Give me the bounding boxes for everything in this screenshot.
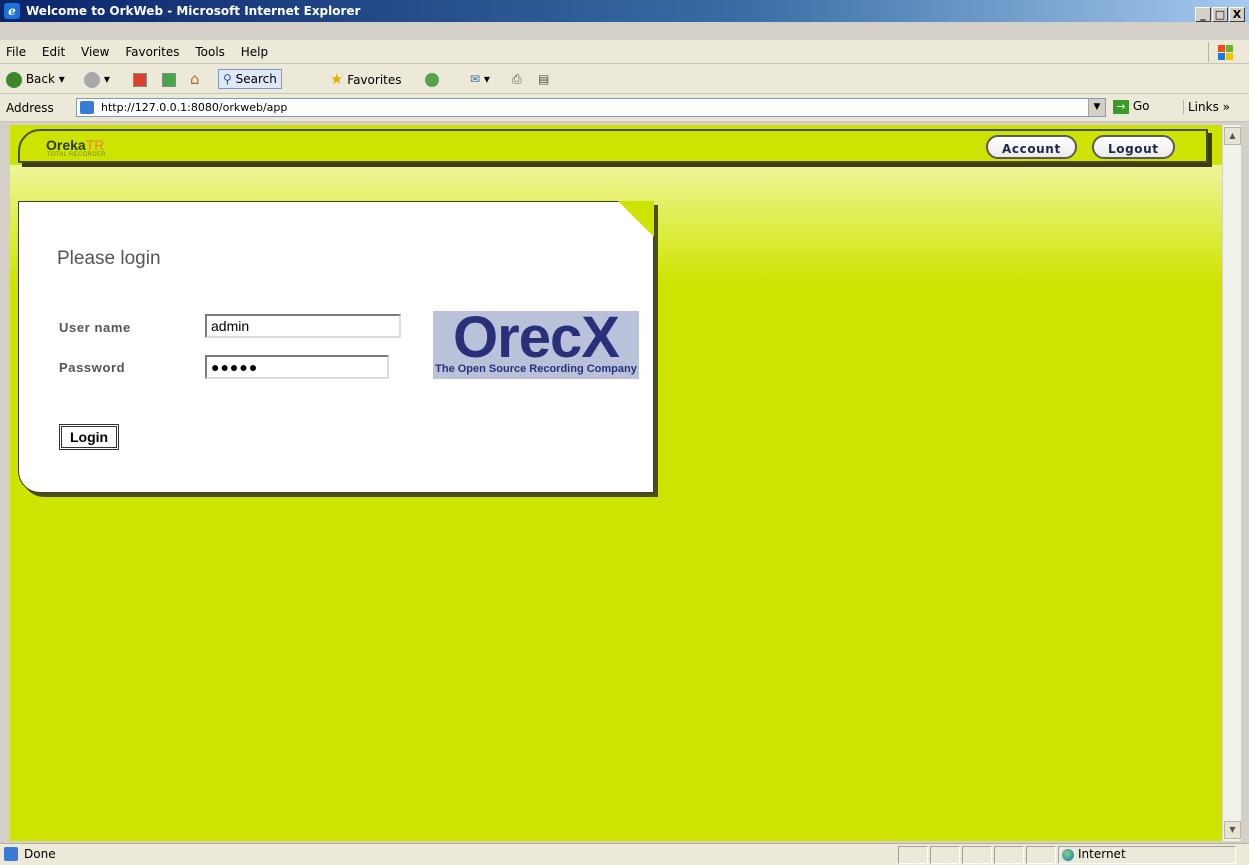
go-button[interactable]: → Go bbox=[1113, 99, 1149, 114]
refresh-icon bbox=[162, 72, 176, 87]
login-button[interactable]: Login bbox=[59, 424, 120, 450]
maximize-button[interactable]: □ bbox=[1212, 7, 1228, 22]
status-cell bbox=[962, 846, 992, 864]
go-arrow-icon: → bbox=[1113, 99, 1129, 114]
forward-button[interactable]: ▾ bbox=[84, 69, 110, 89]
status-cell bbox=[898, 846, 928, 864]
menu-edit[interactable]: Edit bbox=[42, 40, 65, 64]
window-title-bar: e Welcome to OrkWeb - Microsoft Internet… bbox=[0, 0, 1249, 22]
logout-button[interactable]: Logout bbox=[1092, 135, 1175, 159]
menu-tools[interactable]: Tools bbox=[195, 40, 225, 64]
address-label: Address bbox=[6, 101, 54, 115]
password-label: Password bbox=[59, 360, 126, 375]
history-button[interactable] bbox=[425, 69, 439, 89]
orecx-logo: OrecX The Open Source Recording Company bbox=[433, 307, 639, 379]
stop-icon bbox=[133, 72, 147, 87]
address-url: http://127.0.0.1:8080/orkweb/app bbox=[101, 101, 288, 114]
panel-corner-fold bbox=[618, 201, 654, 237]
menu-bar: File Edit View Favorites Tools Help bbox=[0, 40, 1249, 64]
vertical-scrollbar[interactable]: ▲ ▼ bbox=[1222, 125, 1241, 841]
status-cell bbox=[1026, 846, 1056, 864]
print-button[interactable]: ⎙ bbox=[512, 69, 522, 89]
windows-logo-icon bbox=[1208, 42, 1239, 62]
stop-button[interactable] bbox=[133, 69, 147, 89]
refresh-button[interactable] bbox=[162, 69, 176, 89]
home-button[interactable]: ⌂ bbox=[190, 69, 200, 89]
scroll-down-button[interactable]: ▼ bbox=[1224, 821, 1241, 839]
menu-favorites[interactable]: Favorites bbox=[125, 40, 179, 64]
star-icon: ★ bbox=[330, 70, 344, 88]
menu-help[interactable]: Help bbox=[241, 40, 268, 64]
account-button[interactable]: Account bbox=[986, 135, 1077, 159]
menu-file[interactable]: File bbox=[6, 40, 26, 64]
minimize-button[interactable]: _ bbox=[1195, 7, 1211, 22]
orecx-tagline: The Open Source Recording Company bbox=[435, 363, 637, 375]
mail-button[interactable]: ✉ ▾ bbox=[470, 69, 490, 89]
logo-subtitle: TOTAL RECORDER bbox=[47, 152, 106, 158]
home-icon: ⌂ bbox=[190, 70, 200, 88]
globe-icon bbox=[1062, 848, 1074, 861]
edit-button[interactable]: ▤ bbox=[538, 69, 549, 89]
page-done-icon bbox=[4, 847, 18, 861]
address-input[interactable]: http://127.0.0.1:8080/orkweb/app ▼ bbox=[76, 98, 1106, 117]
page-icon bbox=[80, 101, 94, 114]
search-button[interactable]: ⚲ Search bbox=[218, 69, 282, 89]
status-text: Done bbox=[24, 847, 56, 861]
scroll-up-button[interactable]: ▲ bbox=[1224, 127, 1241, 145]
security-zone: Internet bbox=[1062, 847, 1126, 861]
window-title: Welcome to OrkWeb - Microsoft Internet E… bbox=[26, 4, 361, 18]
window-controls: _ □ X bbox=[1194, 3, 1245, 25]
orecx-logo-text: OrecX bbox=[453, 305, 620, 370]
search-icon: ⚲ bbox=[223, 72, 232, 86]
app-header: OrekaTR TOTAL RECORDER Account Logout bbox=[18, 129, 1208, 163]
ie-icon: e bbox=[4, 3, 20, 19]
page-viewport: OrekaTR TOTAL RECORDER Account Logout Pl… bbox=[10, 125, 1222, 841]
mail-icon: ✉ bbox=[470, 72, 481, 86]
username-input[interactable]: admin bbox=[205, 314, 401, 338]
standard-toolbar: Back ▾ ▾ ⌂ ⚲ Search ★ Favorites ✉ ▾ ⎙ ▤ bbox=[0, 64, 1249, 94]
links-button[interactable]: Links » bbox=[1183, 100, 1230, 114]
menu-view[interactable]: View bbox=[81, 40, 109, 64]
username-label: User name bbox=[59, 320, 131, 335]
back-button[interactable]: Back ▾ bbox=[6, 69, 65, 89]
password-input[interactable]: ●●●●● bbox=[205, 355, 389, 379]
print-icon: ⎙ bbox=[512, 72, 522, 86]
login-panel: Please login User name admin Password ●●… bbox=[18, 201, 654, 493]
status-cell bbox=[994, 846, 1024, 864]
status-cell bbox=[930, 846, 960, 864]
address-bar: Address http://127.0.0.1:8080/orkweb/app… bbox=[0, 94, 1249, 122]
favorites-button[interactable]: ★ Favorites bbox=[330, 69, 402, 89]
address-dropdown-button[interactable]: ▼ bbox=[1088, 99, 1105, 116]
forward-arrow-icon bbox=[84, 71, 100, 88]
login-heading: Please login bbox=[57, 248, 161, 269]
status-bar: Done Internet bbox=[0, 843, 1249, 865]
back-arrow-icon bbox=[6, 71, 22, 88]
orekatr-logo: OrekaTR bbox=[46, 137, 105, 153]
history-icon bbox=[425, 72, 439, 87]
edit-page-icon: ▤ bbox=[538, 72, 550, 86]
close-button[interactable]: X bbox=[1229, 7, 1245, 22]
